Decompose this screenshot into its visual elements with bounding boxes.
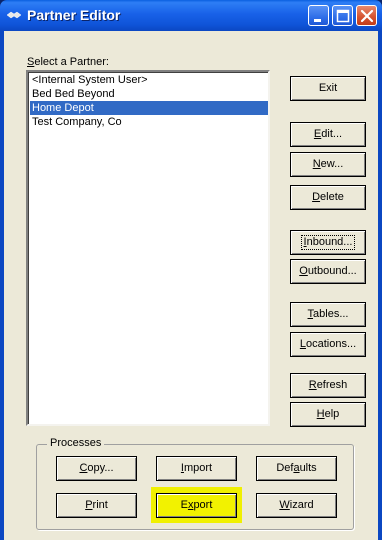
processes-group-title: Processes bbox=[47, 437, 105, 449]
import-button[interactable]: Import bbox=[156, 456, 237, 481]
minimize-button[interactable] bbox=[308, 5, 329, 26]
minimize-icon bbox=[314, 19, 321, 22]
title-bar[interactable]: Partner Editor bbox=[0, 0, 382, 31]
window-title: Partner Editor bbox=[27, 7, 121, 23]
new-button[interactable]: New... bbox=[290, 152, 366, 177]
refresh-button[interactable]: Refresh bbox=[290, 373, 366, 398]
edit-button[interactable]: Edit... bbox=[290, 122, 366, 147]
partner-editor-window: Partner Editor Select a Partner: <Intern… bbox=[0, 0, 382, 540]
export-button[interactable]: Export bbox=[156, 493, 237, 518]
copy-button[interactable]: Copy... bbox=[56, 456, 137, 481]
window-frame-right bbox=[378, 31, 382, 540]
close-icon bbox=[360, 9, 374, 23]
partner-listbox[interactable]: <Internal System User> Bed Bed Beyond Ho… bbox=[26, 70, 270, 426]
close-button[interactable] bbox=[356, 5, 377, 26]
list-item[interactable]: Bed Bed Beyond bbox=[30, 87, 268, 101]
list-item[interactable]: Test Company, Co bbox=[30, 115, 268, 129]
maximize-button[interactable] bbox=[332, 5, 353, 26]
app-icon bbox=[6, 11, 22, 19]
list-item-selected[interactable]: Home Depot bbox=[30, 101, 268, 115]
select-partner-label: Select a Partner: bbox=[27, 56, 109, 68]
help-button[interactable]: Help bbox=[290, 402, 366, 427]
inbound-button[interactable]: Inbound... bbox=[290, 230, 366, 255]
defaults-button[interactable]: Defaults bbox=[256, 456, 337, 481]
outbound-button[interactable]: Outbound... bbox=[290, 259, 366, 284]
list-item[interactable]: <Internal System User> bbox=[30, 73, 268, 87]
locations-button[interactable]: Locations... bbox=[290, 332, 366, 357]
maximize-icon bbox=[336, 9, 350, 23]
tables-button[interactable]: Tables... bbox=[290, 302, 366, 327]
print-button[interactable]: Print bbox=[56, 493, 137, 518]
exit-button[interactable]: Exit bbox=[290, 76, 366, 101]
delete-button[interactable]: Delete bbox=[290, 185, 366, 210]
wizard-button[interactable]: Wizard bbox=[256, 493, 337, 518]
